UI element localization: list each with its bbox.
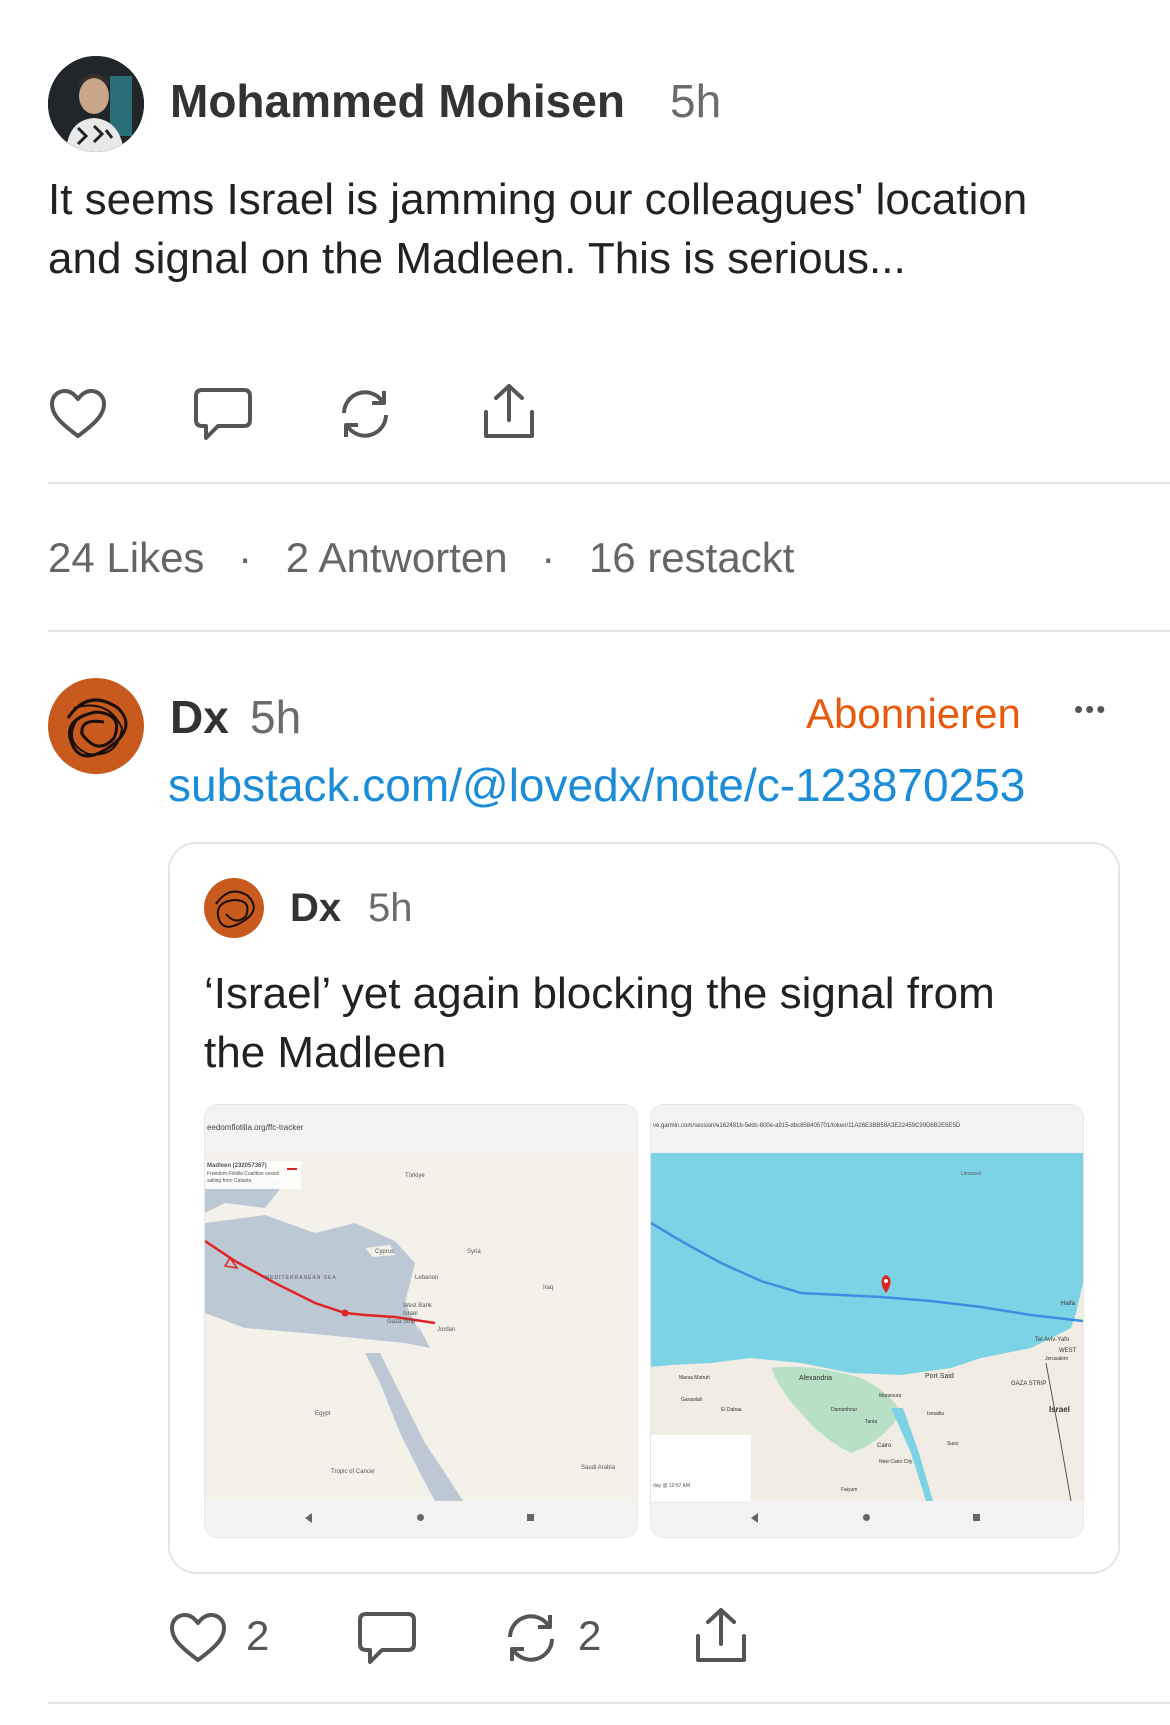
map-label: Jerusalem	[1045, 1356, 1069, 1362]
map-label: Faiyum	[841, 1487, 858, 1493]
share-icon	[696, 1608, 746, 1662]
map-screenshot-tracker[interactable]: eedomflotilla.org/ffc-tracker Madleen (2…	[204, 1104, 638, 1538]
map-label: Damanhour	[831, 1407, 858, 1413]
map-label: Syria	[467, 1249, 481, 1255]
stats-separator: ·	[238, 534, 253, 581]
map-label: Lebanon	[415, 1275, 439, 1281]
reply-share-button[interactable]	[690, 1604, 752, 1668]
divider	[48, 630, 1170, 632]
author-name[interactable]: Mohammed Mohisen	[170, 74, 625, 128]
reply-like-button[interactable]	[166, 1608, 230, 1668]
restack-button[interactable]	[334, 384, 396, 444]
divider	[48, 1702, 1170, 1704]
map-label: West Bank	[403, 1303, 432, 1309]
map-label: Tropic of Cancer	[331, 1469, 376, 1475]
map-label: Israel	[1049, 1405, 1070, 1414]
garmin-map	[651, 1153, 1083, 1501]
quoted-note-card[interactable]: Dx 5h ‘Israel’ yet again blocking the si…	[168, 842, 1120, 1574]
android-nav-bar	[205, 1501, 637, 1537]
map-label: Marsa Matruh	[679, 1375, 710, 1381]
replies-count[interactable]: 2 Antworten	[286, 534, 508, 581]
post-time: 5h	[670, 75, 722, 127]
reply-avatar[interactable]	[48, 678, 144, 774]
author-avatar[interactable]	[48, 56, 144, 152]
nav-recents-icon	[973, 1514, 980, 1521]
map-label: Tel Aviv-Yafo	[1035, 1337, 1070, 1343]
like-button[interactable]	[46, 384, 110, 444]
heart-icon	[50, 389, 106, 438]
map-label: Alexandria	[799, 1375, 833, 1382]
subscribe-button[interactable]: Abonnieren	[806, 690, 1021, 738]
reply-restacks-count: 2	[578, 1612, 602, 1659]
reply-restack-button[interactable]	[500, 1608, 562, 1668]
comment-icon	[194, 388, 252, 440]
map-label: Iraq	[543, 1285, 554, 1291]
quoted-author-name: Dx	[290, 886, 342, 930]
nav-back-icon	[305, 1513, 312, 1523]
quoted-text: ‘Israel’ yet again blocking the signal f…	[204, 969, 995, 1077]
reply-likes-count: 2	[246, 1612, 270, 1659]
map-label: Tanta	[865, 1419, 878, 1425]
map-label: El Dabaa	[721, 1407, 742, 1413]
divider	[48, 482, 1170, 484]
comment-icon	[358, 1612, 416, 1664]
note-link[interactable]: substack.com/@lovedx/note/c-123870253	[168, 758, 1025, 812]
post-text: It seems Israel is jamming our colleague…	[48, 175, 1028, 283]
reply-author-name[interactable]: Dx	[170, 690, 229, 744]
post-stats: 24 Likes · 2 Antworten · 16 restackt	[48, 534, 794, 582]
likes-count[interactable]: 24 Likes	[48, 534, 204, 581]
map-label: Egypt	[315, 1411, 331, 1417]
map-label: MEDITERRANEAN SEA	[265, 1275, 337, 1281]
restack-icon	[508, 1614, 554, 1662]
heart-icon	[170, 1613, 226, 1662]
tracker-map	[205, 1153, 637, 1501]
map-label: Israel	[403, 1311, 418, 1317]
android-nav-bar	[651, 1501, 1083, 1537]
map-label: Limassol	[961, 1171, 981, 1177]
browser-url-bar: ve.garmin.com/session/e162481b-5edc-800e…	[651, 1105, 1083, 1153]
legend-title: Madleen (232057367)	[207, 1163, 267, 1169]
legend-line: sailing from Catania	[207, 1178, 252, 1184]
nav-home-icon	[863, 1514, 870, 1521]
map-label: WEST	[1059, 1348, 1077, 1354]
restack-icon	[342, 390, 388, 438]
map-timestamp: day @ 10:57 AM	[653, 1483, 691, 1489]
map-label: Suez	[947, 1441, 959, 1447]
nav-recents-icon	[527, 1514, 534, 1521]
quoted-avatar	[204, 878, 264, 938]
map-screenshot-garmin[interactable]: ve.garmin.com/session/e162481b-5edc-800e…	[650, 1104, 1084, 1538]
map-label: Mansoura	[879, 1393, 902, 1399]
map-label: Cairo	[877, 1443, 892, 1449]
legend-line: Freedom Flotilla Coalition vessel	[207, 1171, 280, 1177]
map-label: Garawlah	[681, 1397, 703, 1403]
map-label: Port Said	[925, 1373, 954, 1380]
map-label: Ismailia	[927, 1411, 944, 1417]
map-label: Saudi Arabia	[581, 1465, 616, 1471]
more-options-button[interactable]: •••	[1074, 694, 1107, 725]
stats-separator: ·	[541, 534, 556, 581]
map-label: New Cairo City	[879, 1459, 913, 1465]
map-label: Gaza Strip	[387, 1319, 416, 1325]
share-button[interactable]	[478, 380, 540, 444]
map-label: Haifa	[1061, 1301, 1076, 1307]
map-label: Jordan	[437, 1327, 456, 1333]
map-label: Türkiye	[405, 1173, 425, 1179]
map-label: GAZA STRIP	[1011, 1381, 1047, 1387]
nav-home-icon	[417, 1514, 424, 1521]
reply-time: 5h	[250, 691, 302, 743]
quoted-time: 5h	[368, 886, 413, 930]
nav-back-icon	[751, 1513, 758, 1523]
browser-url-bar: eedomflotilla.org/ffc-tracker	[205, 1105, 637, 1153]
map-label: Cyprus	[375, 1249, 395, 1255]
reply-comment-button[interactable]	[354, 1608, 420, 1670]
share-icon	[484, 384, 534, 438]
comment-button[interactable]	[190, 384, 256, 446]
restacks-count[interactable]: 16 restackt	[589, 534, 794, 581]
